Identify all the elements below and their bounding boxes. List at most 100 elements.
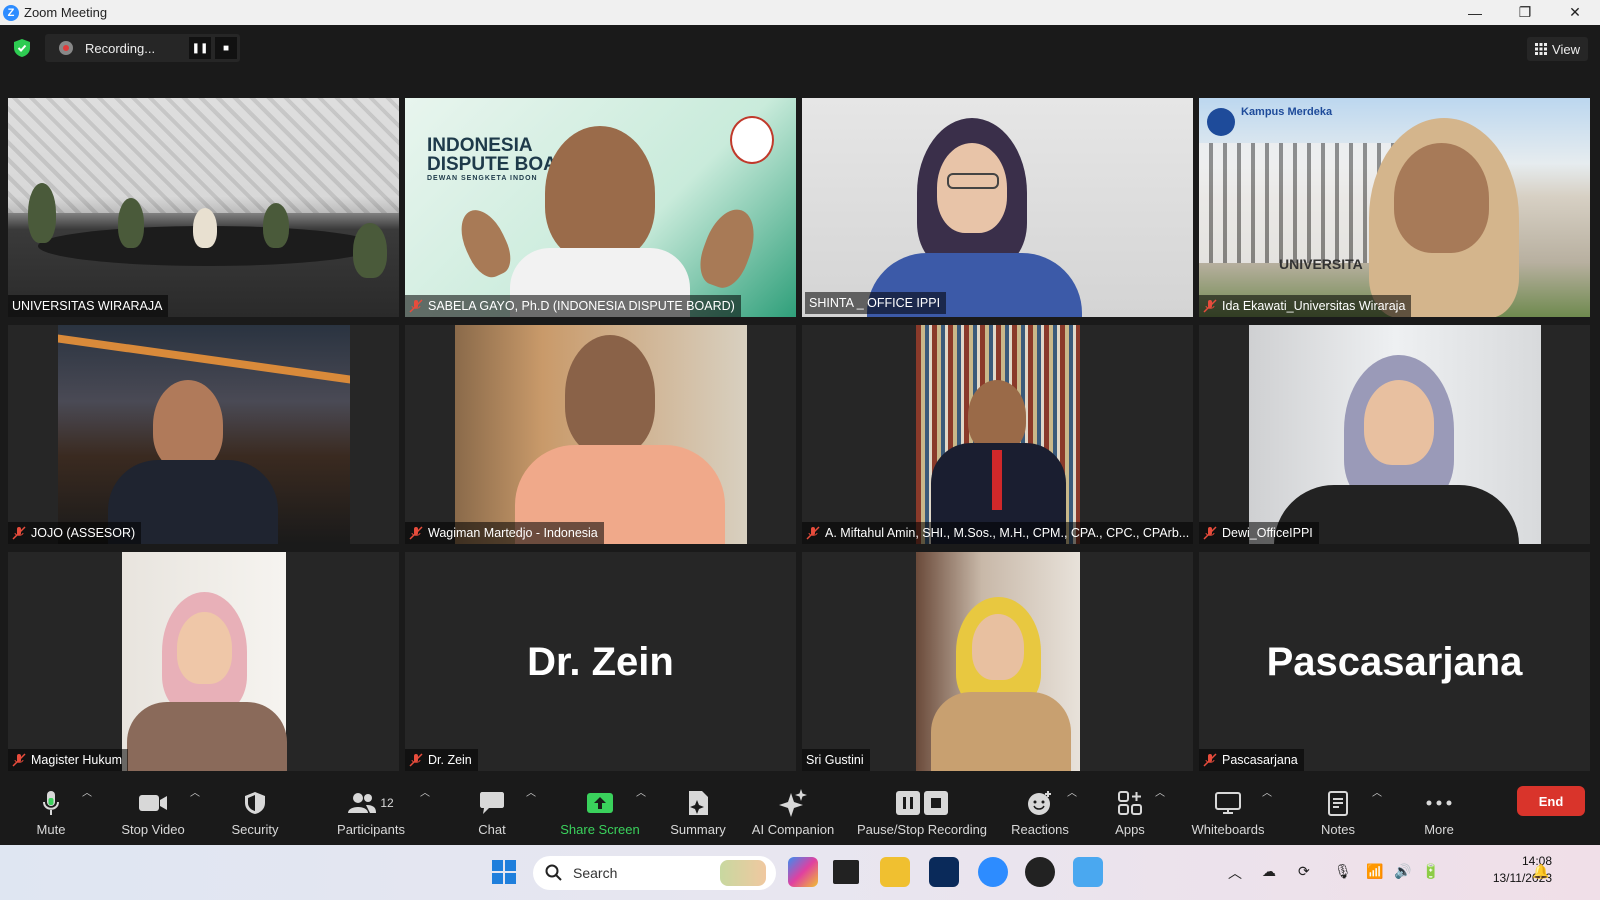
windows-start-icon[interactable] <box>489 857 519 887</box>
grid-icon <box>1535 43 1548 55</box>
participant-video <box>454 325 747 544</box>
onedrive-cloud-icon[interactable]: ☁ <box>1262 863 1276 880</box>
chat-options-chevron-icon[interactable]: ︿ <box>526 784 536 799</box>
participant-video: INDONESIA DISPUTE BOAR DEWAN SENGKETA IN… <box>405 98 796 317</box>
tray-microphone-icon[interactable]: 🎙 <box>1334 863 1352 880</box>
participant-name: SHINTA _ OFFICE IPPI <box>809 296 941 310</box>
notes-label: Notes <box>1321 822 1355 837</box>
participant-name-tag: SHINTA _ OFFICE IPPI <box>805 292 947 314</box>
participants-icon <box>348 793 377 813</box>
encryption-shield-icon[interactable] <box>14 39 30 57</box>
minimize-button[interactable]: — <box>1450 0 1500 25</box>
file-explorer-icon[interactable] <box>880 857 910 887</box>
participant-video <box>915 325 1080 544</box>
video-tile[interactable]: UNIVERSITAS WIRARAJA <box>8 98 399 317</box>
participant-name: Wagiman Martedjo - Indonesia <box>428 526 598 540</box>
video-tile[interactable]: Wagiman Martedjo - Indonesia <box>405 325 796 544</box>
participants-button[interactable]: 12 Participants <box>330 772 412 845</box>
video-tile[interactable]: Magister Hukum <box>8 552 399 771</box>
task-view-icon[interactable] <box>833 860 859 884</box>
participant-name: Pascasarjana <box>1222 753 1298 767</box>
video-tile-active-speaker[interactable]: SHINTA _ OFFICE IPPI <box>802 98 1193 317</box>
show-hidden-icons-chevron-icon[interactable]: ︿ <box>1228 863 1242 883</box>
wifi-icon[interactable]: 📶 <box>1366 863 1383 880</box>
video-tile-no-video[interactable]: Dr. Zein Dr. Zein <box>405 552 796 771</box>
pause-stop-recording-button[interactable]: Pause/Stop Recording <box>856 772 988 845</box>
stop-video-button[interactable]: Stop Video <box>118 772 188 845</box>
window-titlebar: Z Zoom Meeting — ❐ ✕ <box>0 0 1600 25</box>
participant-name-tag: Dr. Zein <box>405 749 478 771</box>
share-screen-button[interactable]: Share Screen <box>558 772 642 845</box>
recording-indicator: Recording... ❚❚ ■ <box>45 34 240 62</box>
snipping-tool-icon[interactable] <box>1073 857 1103 887</box>
share-options-chevron-icon[interactable]: ︿ <box>636 784 646 799</box>
background-text: Kampus Merdeka <box>1241 106 1333 118</box>
participant-video <box>57 325 350 544</box>
participant-name-tag: Pascasarjana <box>1199 749 1304 771</box>
zoom-app-icon[interactable] <box>978 857 1008 887</box>
media-player-icon[interactable] <box>1025 857 1055 887</box>
participant-name-tag: UNIVERSITAS WIRARAJA <box>8 295 169 317</box>
video-tile[interactable]: UNIVERSITA Kampus Merdeka Ida Ekawati_Un… <box>1199 98 1590 317</box>
video-tile[interactable]: INDONESIA DISPUTE BOAR DEWAN SENGKETA IN… <box>405 98 796 317</box>
mute-options-chevron-icon[interactable]: ︿ <box>82 784 92 799</box>
stop-recording-button[interactable]: ■ <box>215 37 237 59</box>
battery-icon[interactable]: 🔋 <box>1422 863 1439 880</box>
notes-options-chevron-icon[interactable]: ︿ <box>1372 784 1382 799</box>
pause-recording-button[interactable]: ❚❚ <box>189 37 211 59</box>
video-options-chevron-icon[interactable]: ︿ <box>190 784 200 799</box>
video-tile[interactable]: JOJO (ASSESOR) <box>8 325 399 544</box>
copilot-icon[interactable] <box>788 857 818 887</box>
chat-button[interactable]: Chat <box>472 772 512 845</box>
video-tile[interactable]: Dewi_OfficeIPPI <box>1199 325 1590 544</box>
apps-button[interactable]: Apps <box>1110 772 1150 845</box>
end-meeting-button[interactable]: End <box>1517 786 1585 816</box>
participant-video <box>1248 325 1541 544</box>
chat-label: Chat <box>478 822 506 837</box>
whiteboards-options-chevron-icon[interactable]: ︿ <box>1262 784 1272 799</box>
apps-options-chevron-icon[interactable]: ︿ <box>1155 784 1165 799</box>
video-tile-no-video[interactable]: Pascasarjana Pascasarjana <box>1199 552 1590 771</box>
share-screen-label: Share Screen <box>560 822 640 837</box>
recording-label: Recording... <box>85 40 156 56</box>
security-label: Security <box>231 822 279 837</box>
participant-video <box>121 552 287 771</box>
taskbar-search-input[interactable]: Search <box>533 856 776 890</box>
mute-button[interactable]: Mute <box>27 772 75 845</box>
more-dots-icon <box>1426 800 1452 806</box>
more-button[interactable]: More <box>1418 772 1460 845</box>
security-button[interactable]: Security <box>228 772 282 845</box>
notes-button[interactable]: Notes <box>1316 772 1360 845</box>
reactions-label: Reactions <box>1011 822 1069 837</box>
participant-video: UNIVERSITA Kampus Merdeka <box>1199 98 1590 317</box>
apps-icon <box>1118 791 1142 815</box>
restore-button[interactable]: ❐ <box>1500 0 1550 25</box>
notifications-bell-icon[interactable]: 🔔 <box>1532 863 1549 880</box>
participant-video <box>915 552 1080 771</box>
stop-video-label: Stop Video <box>121 822 185 837</box>
reactions-button[interactable]: Reactions <box>1009 772 1071 845</box>
ai-sparkle-icon <box>779 789 807 817</box>
reactions-options-chevron-icon[interactable]: ︿ <box>1067 784 1077 799</box>
zoom-logo-icon: Z <box>3 4 19 21</box>
participant-video <box>8 98 399 317</box>
defender-shield-icon[interactable] <box>929 857 959 887</box>
close-button[interactable]: ✕ <box>1550 0 1600 25</box>
whiteboards-button[interactable]: Whiteboards <box>1188 772 1268 845</box>
sync-icon[interactable]: ⟳ <box>1298 863 1310 880</box>
meeting-topbar: Recording... ❚❚ ■ View <box>0 25 1600 95</box>
participants-options-chevron-icon[interactable]: ︿ <box>420 784 430 799</box>
video-tile[interactable]: Sri Gustini <box>802 552 1193 771</box>
view-label: View <box>1552 41 1580 57</box>
participant-display-name: Dr. Zein <box>527 640 674 684</box>
pause-stop-recording-label: Pause/Stop Recording <box>856 822 988 837</box>
volume-icon[interactable]: 🔊 <box>1394 863 1411 880</box>
participant-name: JOJO (ASSESOR) <box>31 526 136 540</box>
video-tile[interactable]: A. Miftahul Amin, SHI., M.Sos., M.H., CP… <box>802 325 1193 544</box>
muted-mic-icon <box>806 526 820 540</box>
participant-name-tag: A. Miftahul Amin, SHI., M.Sos., M.H., CP… <box>802 522 1193 544</box>
view-button[interactable]: View <box>1527 37 1588 61</box>
ai-companion-button[interactable]: AI Companion <box>748 772 838 845</box>
summary-button[interactable]: Summary <box>668 772 728 845</box>
chat-bubble-icon <box>480 792 504 814</box>
